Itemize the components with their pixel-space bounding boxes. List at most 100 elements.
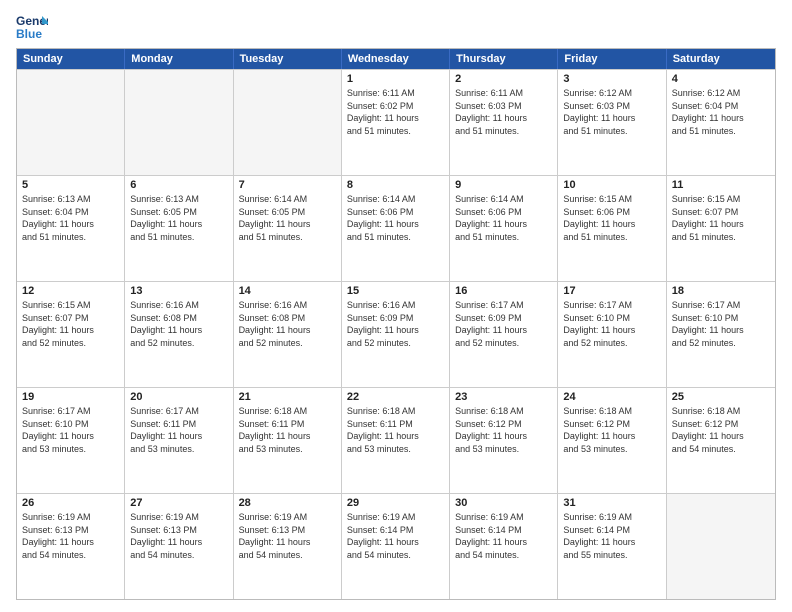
day-info: Sunrise: 6:15 AM Sunset: 6:07 PM Dayligh…: [22, 299, 119, 349]
day-info: Sunrise: 6:14 AM Sunset: 6:06 PM Dayligh…: [347, 193, 444, 243]
day-cell: [125, 70, 233, 175]
day-cell: 16 Sunrise: 6:17 AM Sunset: 6:09 PM Dayli…: [450, 282, 558, 387]
week-row-3: 12 Sunrise: 6:15 AM Sunset: 6:07 PM Dayli…: [17, 281, 775, 387]
day-cell: 26 Sunrise: 6:19 AM Sunset: 6:13 PM Dayli…: [17, 494, 125, 599]
day-cell: 25Sunrise: 6:18 AM Sunset: 6:12 PM Dayli…: [667, 388, 775, 493]
calendar: SundayMondayTuesdayWednesdayThursdayFrid…: [16, 48, 776, 600]
day-cell: 9Sunrise: 6:14 AM Sunset: 6:06 PM Daylig…: [450, 176, 558, 281]
svg-text:Blue: Blue: [16, 27, 42, 40]
day-header-thursday: Thursday: [450, 49, 558, 69]
day-info: Sunrise: 6:13 AM Sunset: 6:04 PM Dayligh…: [22, 193, 119, 243]
day-info: Sunrise: 6:12 AM Sunset: 6:03 PM Dayligh…: [563, 87, 660, 137]
day-info: Sunrise: 6:19 AM Sunset: 6:14 PM Dayligh…: [563, 511, 660, 561]
day-info: Sunrise: 6:17 AM Sunset: 6:10 PM Dayligh…: [22, 405, 119, 455]
day-number: 21: [239, 391, 336, 403]
day-cell: 31 Sunrise: 6:19 AM Sunset: 6:14 PM Dayli…: [558, 494, 666, 599]
day-info: Sunrise: 6:18 AM Sunset: 6:11 PM Dayligh…: [239, 405, 336, 455]
day-number: 28: [239, 497, 336, 509]
day-cell: 27Sunrise: 6:19 AM Sunset: 6:13 PM Dayli…: [125, 494, 233, 599]
day-number: 12: [22, 285, 119, 297]
day-info: Sunrise: 6:12 AM Sunset: 6:04 PM Dayligh…: [672, 87, 770, 137]
day-number: 25: [672, 391, 770, 403]
day-number: 31: [563, 497, 660, 509]
day-number: 13: [130, 285, 227, 297]
day-number: 24: [563, 391, 660, 403]
day-cell: [667, 494, 775, 599]
day-number: 6: [130, 179, 227, 191]
day-cell: 28Sunrise: 6:19 AM Sunset: 6:13 PM Dayli…: [234, 494, 342, 599]
day-headers: SundayMondayTuesdayWednesdayThursdayFrid…: [17, 49, 775, 69]
week-row-1: 1 Sunrise: 6:11 AM Sunset: 6:02 PM Daylig…: [17, 69, 775, 175]
day-cell: [234, 70, 342, 175]
day-number: 8: [347, 179, 444, 191]
calendar-body: 1 Sunrise: 6:11 AM Sunset: 6:02 PM Daylig…: [17, 69, 775, 599]
day-info: Sunrise: 6:16 AM Sunset: 6:09 PM Dayligh…: [347, 299, 444, 349]
day-cell: 11Sunrise: 6:15 AM Sunset: 6:07 PM Dayli…: [667, 176, 775, 281]
day-info: Sunrise: 6:11 AM Sunset: 6:02 PM Dayligh…: [347, 87, 444, 137]
day-info: Sunrise: 6:14 AM Sunset: 6:06 PM Dayligh…: [455, 193, 552, 243]
day-cell: 6 Sunrise: 6:13 AM Sunset: 6:05 PM Daylig…: [125, 176, 233, 281]
day-info: Sunrise: 6:11 AM Sunset: 6:03 PM Dayligh…: [455, 87, 552, 137]
header: General Blue: [16, 12, 776, 40]
day-number: 22: [347, 391, 444, 403]
day-cell: 29Sunrise: 6:19 AM Sunset: 6:14 PM Dayli…: [342, 494, 450, 599]
day-number: 4: [672, 73, 770, 85]
day-info: Sunrise: 6:15 AM Sunset: 6:06 PM Dayligh…: [563, 193, 660, 243]
day-cell: 15 Sunrise: 6:16 AM Sunset: 6:09 PM Dayli…: [342, 282, 450, 387]
day-info: Sunrise: 6:16 AM Sunset: 6:08 PM Dayligh…: [130, 299, 227, 349]
day-number: 7: [239, 179, 336, 191]
day-number: 26: [22, 497, 119, 509]
week-row-4: 19 Sunrise: 6:17 AM Sunset: 6:10 PM Dayli…: [17, 387, 775, 493]
day-cell: [17, 70, 125, 175]
day-cell: 7 Sunrise: 6:14 AM Sunset: 6:05 PM Daylig…: [234, 176, 342, 281]
day-cell: 5 Sunrise: 6:13 AM Sunset: 6:04 PM Daylig…: [17, 176, 125, 281]
day-header-wednesday: Wednesday: [342, 49, 450, 69]
day-number: 16: [455, 285, 552, 297]
day-info: Sunrise: 6:17 AM Sunset: 6:09 PM Dayligh…: [455, 299, 552, 349]
day-cell: 18 Sunrise: 6:17 AM Sunset: 6:10 PM Dayli…: [667, 282, 775, 387]
day-number: 17: [563, 285, 660, 297]
day-cell: 24Sunrise: 6:18 AM Sunset: 6:12 PM Dayli…: [558, 388, 666, 493]
day-cell: 3 Sunrise: 6:12 AM Sunset: 6:03 PM Daylig…: [558, 70, 666, 175]
day-header-tuesday: Tuesday: [234, 49, 342, 69]
day-cell: 4 Sunrise: 6:12 AM Sunset: 6:04 PM Daylig…: [667, 70, 775, 175]
day-cell: 1 Sunrise: 6:11 AM Sunset: 6:02 PM Daylig…: [342, 70, 450, 175]
day-cell: 2Sunrise: 6:11 AM Sunset: 6:03 PM Daylig…: [450, 70, 558, 175]
day-number: 23: [455, 391, 552, 403]
day-info: Sunrise: 6:18 AM Sunset: 6:11 PM Dayligh…: [347, 405, 444, 455]
day-header-saturday: Saturday: [667, 49, 775, 69]
week-row-5: 26 Sunrise: 6:19 AM Sunset: 6:13 PM Dayli…: [17, 493, 775, 599]
day-cell: 21 Sunrise: 6:18 AM Sunset: 6:11 PM Dayli…: [234, 388, 342, 493]
day-cell: 30 Sunrise: 6:19 AM Sunset: 6:14 PM Dayli…: [450, 494, 558, 599]
day-info: Sunrise: 6:19 AM Sunset: 6:14 PM Dayligh…: [455, 511, 552, 561]
day-number: 14: [239, 285, 336, 297]
day-cell: 10 Sunrise: 6:15 AM Sunset: 6:06 PM Dayli…: [558, 176, 666, 281]
day-number: 5: [22, 179, 119, 191]
day-info: Sunrise: 6:17 AM Sunset: 6:11 PM Dayligh…: [130, 405, 227, 455]
day-number: 15: [347, 285, 444, 297]
day-info: Sunrise: 6:19 AM Sunset: 6:13 PM Dayligh…: [22, 511, 119, 561]
day-number: 30: [455, 497, 552, 509]
day-cell: 8 Sunrise: 6:14 AM Sunset: 6:06 PM Daylig…: [342, 176, 450, 281]
week-row-2: 5 Sunrise: 6:13 AM Sunset: 6:04 PM Daylig…: [17, 175, 775, 281]
day-number: 19: [22, 391, 119, 403]
day-cell: 22 Sunrise: 6:18 AM Sunset: 6:11 PM Dayli…: [342, 388, 450, 493]
day-info: Sunrise: 6:16 AM Sunset: 6:08 PM Dayligh…: [239, 299, 336, 349]
day-cell: 19 Sunrise: 6:17 AM Sunset: 6:10 PM Dayli…: [17, 388, 125, 493]
day-cell: 14 Sunrise: 6:16 AM Sunset: 6:08 PM Dayli…: [234, 282, 342, 387]
logo-svg: General Blue: [16, 12, 48, 40]
day-number: 20: [130, 391, 227, 403]
day-info: Sunrise: 6:13 AM Sunset: 6:05 PM Dayligh…: [130, 193, 227, 243]
day-number: 3: [563, 73, 660, 85]
day-info: Sunrise: 6:17 AM Sunset: 6:10 PM Dayligh…: [563, 299, 660, 349]
day-info: Sunrise: 6:17 AM Sunset: 6:10 PM Dayligh…: [672, 299, 770, 349]
day-number: 18: [672, 285, 770, 297]
logo: General Blue: [16, 12, 48, 40]
day-number: 10: [563, 179, 660, 191]
day-info: Sunrise: 6:14 AM Sunset: 6:05 PM Dayligh…: [239, 193, 336, 243]
day-header-friday: Friday: [558, 49, 666, 69]
day-number: 1: [347, 73, 444, 85]
day-info: Sunrise: 6:18 AM Sunset: 6:12 PM Dayligh…: [455, 405, 552, 455]
day-cell: 12 Sunrise: 6:15 AM Sunset: 6:07 PM Dayli…: [17, 282, 125, 387]
day-cell: 13 Sunrise: 6:16 AM Sunset: 6:08 PM Dayli…: [125, 282, 233, 387]
